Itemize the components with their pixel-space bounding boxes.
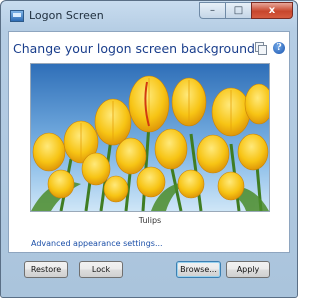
page-heading: Change your logon screen background bbox=[13, 41, 255, 56]
image-caption: Tulips bbox=[138, 216, 162, 225]
app-icon bbox=[10, 10, 24, 22]
caption-buttons: – □ x bbox=[199, 2, 293, 19]
advanced-appearance-link[interactable]: Advanced appearance settings... bbox=[31, 239, 163, 248]
help-icon[interactable]: ? bbox=[273, 42, 285, 54]
maximize-button[interactable]: □ bbox=[225, 2, 251, 19]
window-title: Logon Screen bbox=[29, 9, 104, 22]
minimize-button[interactable]: – bbox=[199, 2, 225, 19]
browse-button[interactable]: Browse... bbox=[176, 261, 221, 278]
title-bar[interactable]: Logon Screen – □ x bbox=[1, 1, 297, 31]
copy-icon[interactable] bbox=[255, 42, 267, 55]
lock-button[interactable]: Lock bbox=[79, 261, 123, 278]
restore-button[interactable]: Restore bbox=[24, 261, 68, 278]
content-panel: Change your logon screen background ? Tu… bbox=[8, 31, 290, 253]
apply-button[interactable]: Apply bbox=[226, 261, 270, 278]
background-preview-image bbox=[30, 63, 270, 212]
logon-screen-window: Logon Screen – □ x Change your logon scr… bbox=[0, 0, 298, 298]
close-button[interactable]: x bbox=[251, 2, 293, 19]
button-bar: Restore Lock Browse... Apply bbox=[8, 259, 290, 283]
